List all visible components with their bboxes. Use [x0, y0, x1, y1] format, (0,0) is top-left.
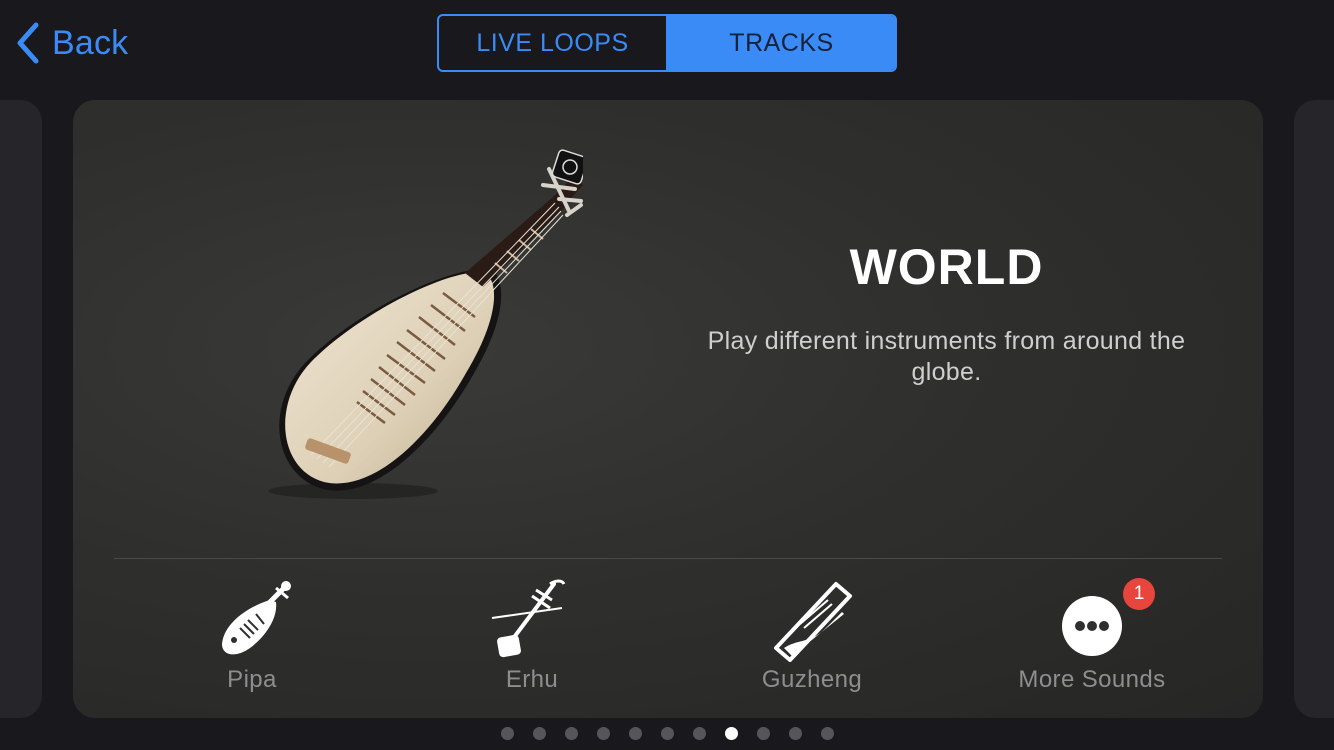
back-label: Back: [52, 23, 129, 62]
sound-item-erhu[interactable]: Erhu: [407, 572, 657, 712]
world-instrument-card: WORLD Play different instruments from ar…: [73, 100, 1263, 718]
sound-label-pipa: Pipa: [227, 666, 277, 693]
tab-live-loops[interactable]: LIVE LOOPS: [439, 16, 668, 70]
category-title: WORLD: [849, 239, 1044, 295]
notification-badge: 1: [1123, 578, 1155, 610]
page-dot[interactable]: [756, 727, 770, 740]
page-dot[interactable]: [628, 727, 642, 740]
guzheng-icon: [774, 582, 852, 662]
page-dot[interactable]: [788, 727, 802, 740]
sound-label-more-sounds: More Sounds: [1018, 666, 1166, 693]
card-divider: [114, 558, 1222, 559]
next-card-peek[interactable]: [1294, 100, 1334, 718]
sound-label-guzheng: Guzheng: [761, 666, 863, 693]
sound-label-erhu: Erhu: [505, 666, 559, 693]
page-dot[interactable]: [660, 727, 674, 740]
chevron-left-icon: [17, 22, 39, 64]
tab-tracks[interactable]: TRACKS: [668, 16, 895, 70]
erhu-icon: [491, 579, 566, 658]
sound-item-guzheng[interactable]: Guzheng: [687, 572, 937, 712]
category-description: Play different instruments from around t…: [707, 327, 1186, 386]
sound-item-pipa[interactable]: Pipa: [127, 572, 377, 712]
previous-card-peek[interactable]: [0, 100, 42, 718]
view-mode-segmented-control: LIVE LOOPS TRACKS: [437, 14, 897, 72]
pipa-illustration: [268, 149, 583, 499]
more-icon: [1062, 596, 1122, 656]
page-dot-active[interactable]: [724, 727, 738, 740]
page-dot[interactable]: [532, 727, 546, 740]
page-dot[interactable]: [564, 727, 578, 740]
page-dot[interactable]: [596, 727, 610, 740]
page-dot[interactable]: [500, 727, 514, 740]
back-button[interactable]: Back: [14, 20, 128, 66]
page-dot[interactable]: [820, 727, 834, 740]
page-indicator[interactable]: [0, 727, 1334, 741]
page-dot[interactable]: [692, 727, 706, 740]
garageband-sound-browser: Back LIVE LOOPS TRACKS WORLD Play differ…: [0, 0, 1334, 750]
pipa-icon: [222, 581, 291, 655]
sound-item-more-sounds[interactable]: 1 More Sounds: [967, 572, 1217, 712]
